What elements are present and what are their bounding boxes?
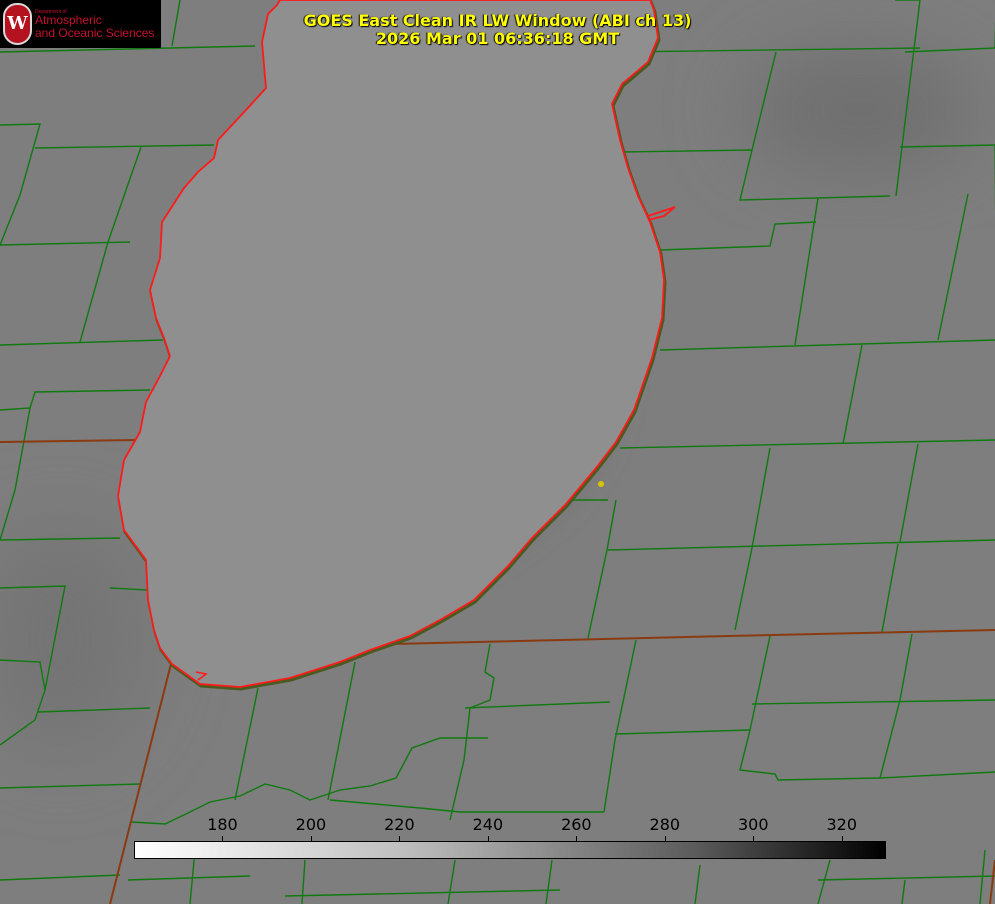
colorbar-tick-label: 300	[738, 815, 769, 834]
location-marker	[598, 481, 604, 487]
colorbar-tick-mark	[664, 836, 666, 841]
image-title: GOES East Clean IR LW Window (ABI ch 13)	[303, 11, 692, 30]
colorbar-tick-mark	[399, 836, 401, 841]
colorbar-tick-label: 180	[207, 815, 238, 834]
colorbar-tick-mark	[310, 836, 312, 841]
colorbar	[134, 841, 886, 859]
colorbar-tick-mark	[487, 836, 489, 841]
colorbar-tick-mark	[841, 836, 843, 841]
colorbar-tick-mark	[753, 836, 755, 841]
colorbar-tick-mark	[576, 836, 578, 841]
colorbar-tick-label: 220	[384, 815, 415, 834]
ir-map	[0, 0, 995, 904]
cloud-patch	[740, 50, 980, 170]
colorbar-tick-label: 280	[649, 815, 681, 834]
colorbar-tick-label: 240	[472, 815, 504, 834]
satellite-image-viewer: W Department of Atmospheric and Oceanic …	[0, 0, 995, 904]
colorbar-tick-mark	[222, 836, 224, 841]
colorbar-tick-label: 260	[561, 815, 592, 834]
colorbar-tick-label: 320	[826, 815, 858, 834]
image-timestamp: 2026 Mar 01 06:36:18 GMT	[375, 29, 620, 48]
colorbar-tick-label: 200	[295, 815, 327, 834]
